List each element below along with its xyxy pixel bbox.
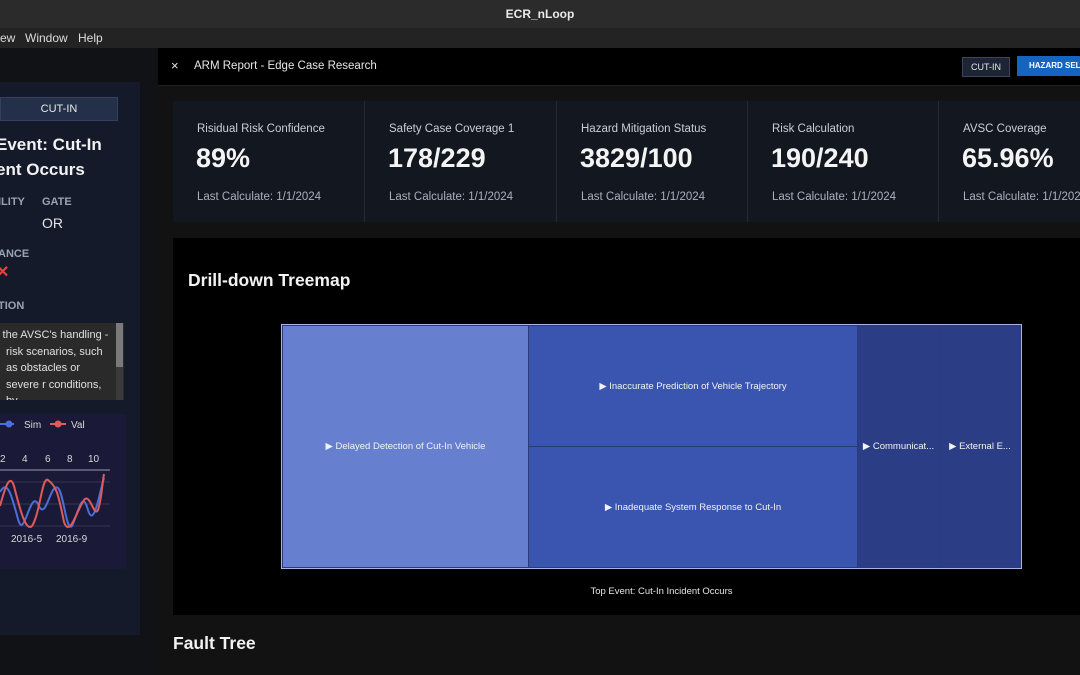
- treemap-cell-inaccurate-prediction[interactable]: ▶ Inaccurate Prediction of Vehicle Traje…: [528, 325, 858, 447]
- legend-sim-label: Sim: [24, 420, 41, 431]
- event-title-line2: ent Occurs: [0, 160, 85, 179]
- sim-val-chart-svg: Sim Val 2 4 6 8 10 2016-5 2016-9: [0, 420, 110, 545]
- x-tick-bottom-2: 2016-9: [56, 534, 88, 545]
- menu-item-view[interactable]: ew: [0, 31, 15, 45]
- treemap-caption: Top Event: Cut-In Incident Occurs: [590, 586, 733, 597]
- scrollbar-thumb[interactable]: [116, 323, 123, 367]
- treemap-cell-delayed-detection[interactable]: ▶ Delayed Detection of Cut-In Vehicle: [282, 325, 529, 568]
- x-tick-top-1: 2: [0, 454, 6, 465]
- kpi-label: Hazard Mitigation Status: [581, 123, 707, 135]
- event-type-badge: CUT-IN: [0, 97, 118, 121]
- cutin-filter-button[interactable]: CUT-IN: [962, 57, 1010, 77]
- menu-item-help[interactable]: Help: [78, 31, 103, 45]
- treemap-cell-external[interactable]: ▶ External E...: [939, 325, 1021, 568]
- kpi-row: Risidual Risk Confidence 89% Last Calcul…: [173, 101, 1080, 222]
- treemap-cell-inadequate-response[interactable]: ▶ Inadequate System Response to Cut-In: [528, 446, 858, 568]
- kpi-last-calculated: Last Calculate: 1/1/2024: [197, 191, 322, 203]
- kpi-value: 89%: [196, 143, 251, 173]
- description-box[interactable]: s the AVSC's handling -risk scenarios, s…: [0, 323, 124, 400]
- kpi-value: 190/240: [771, 143, 869, 173]
- kpi-label: Risk Calculation: [772, 123, 855, 135]
- kpi-card-safety-case-coverage: Safety Case Coverage 1 178/229 Last Calc…: [365, 101, 557, 222]
- kpi-label: Risidual Risk Confidence: [197, 123, 325, 135]
- legend-val-label: Val: [71, 420, 85, 431]
- event-title-line1: Event: Cut-In: [0, 135, 102, 154]
- treemap-cell-communication[interactable]: ▶ Communicat...: [857, 325, 940, 568]
- legend-sim-marker: [5, 420, 13, 428]
- legend-val-marker: [54, 420, 62, 428]
- x-tick-top-2: 4: [22, 454, 28, 465]
- kpi-card-residual-risk: Risidual Risk Confidence 89% Last Calcul…: [173, 101, 365, 222]
- kpi-last-calculated: Last Calculate: 1/1/2024: [963, 191, 1080, 203]
- kpi-value: 65.96%: [962, 143, 1054, 173]
- kpi-last-calculated: Last Calculate: 1/1/2024: [389, 191, 514, 203]
- probability-label: ILITY: [0, 196, 25, 208]
- kpi-label: AVSC Coverage: [963, 123, 1047, 135]
- acceptance-fail-icon: ✕: [0, 264, 10, 281]
- gate-value: OR: [42, 215, 63, 231]
- x-tick-bottom-1: 2016-5: [11, 534, 43, 545]
- event-title: Event: Cut-In ent Occurs: [0, 132, 140, 182]
- sim-val-chart: Sim Val 2 4 6 8 10 2016-5 2016-9: [0, 414, 126, 569]
- x-tick-top-5: 10: [88, 454, 100, 465]
- hazard-selection-button[interactable]: HAZARD SELECTION: [1017, 56, 1080, 76]
- kpi-value: 3829/100: [580, 143, 693, 173]
- report-title: ARM Report - Edge Case Research: [194, 60, 377, 72]
- x-tick-top-4: 8: [67, 454, 73, 465]
- kpi-last-calculated: Last Calculate: 1/1/2024: [581, 191, 706, 203]
- treemap-title: Drill-down Treemap: [188, 270, 351, 290]
- kpi-label: Safety Case Coverage 1: [389, 123, 515, 135]
- title-bar: ECR_nLoop: [0, 0, 1080, 29]
- kpi-value: 178/229: [388, 143, 486, 173]
- kpi-card-avsc-coverage: AVSC Coverage 65.96% Last Calculate: 1/1…: [939, 101, 1080, 222]
- gate-label: GATE: [42, 196, 72, 208]
- acceptance-label: ANCE: [0, 248, 30, 260]
- fault-tree-title: Fault Tree: [173, 633, 256, 653]
- description-scrollbar[interactable]: [116, 323, 123, 400]
- menu-item-window[interactable]: Window: [25, 31, 68, 45]
- kpi-card-hazard-mitigation: Hazard Mitigation Status 3829/100 Last C…: [557, 101, 748, 222]
- close-icon[interactable]: ×: [171, 58, 179, 73]
- treemap: ▶ Delayed Detection of Cut-In Vehicle ▶ …: [281, 324, 1022, 569]
- kpi-card-risk-calculation: Risk Calculation 190/240 Last Calculate:…: [748, 101, 939, 222]
- event-detail-panel: CUT-IN Event: Cut-In ent Occurs ILITY GA…: [0, 82, 140, 635]
- menu-bar: ew Window Help: [0, 28, 1080, 48]
- window-title: ECR_nLoop: [505, 7, 575, 21]
- description-label: TION: [0, 300, 25, 312]
- kpi-last-calculated: Last Calculate: 1/1/2024: [772, 191, 897, 203]
- x-tick-top-3: 6: [45, 454, 51, 465]
- description-text: s the AVSC's handling -risk scenarios, s…: [0, 329, 109, 400]
